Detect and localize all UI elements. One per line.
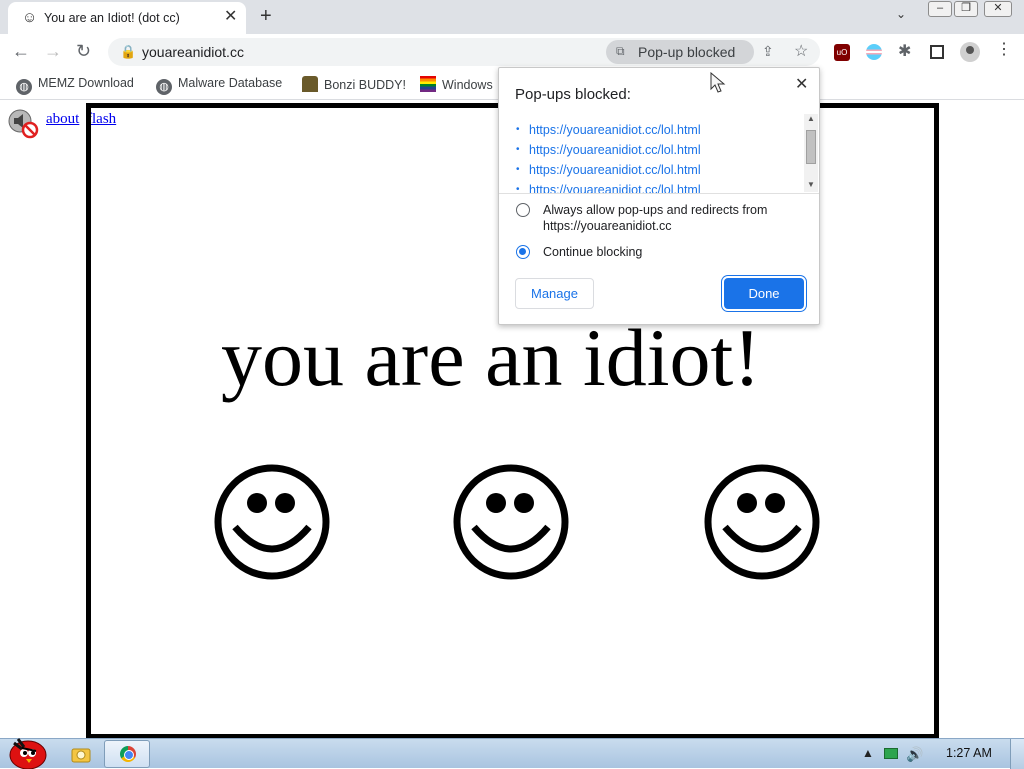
new-tab-button[interactable]: + [260, 5, 272, 27]
smiley-face-icon [704, 464, 820, 580]
popup-blocked-chip[interactable]: ⧉ Pop-up blocked [606, 40, 754, 64]
volume-icon[interactable]: 🔊 [906, 746, 923, 763]
back-button[interactable]: ← [12, 41, 30, 61]
angry-bird-start-icon[interactable] [4, 729, 48, 769]
close-window-button[interactable]: ✕ [984, 1, 1012, 17]
tray-expand-icon[interactable]: ▲ [862, 746, 874, 760]
extensions-puzzle-icon[interactable]: ✱ [898, 44, 911, 60]
rainbow-flag-icon [420, 76, 436, 92]
smiley-face-icon [453, 464, 569, 580]
bookmark-bonzi-buddy[interactable]: Bonzi BUDDY! [302, 76, 406, 92]
blocked-popup-link[interactable]: https://youareanidiot.cc/lol.html [529, 123, 701, 137]
continue-blocking-radio[interactable] [516, 245, 530, 259]
always-allow-radio[interactable] [516, 203, 530, 217]
speaker-muted-icon[interactable] [8, 109, 40, 139]
profile-avatar-icon[interactable] [960, 42, 980, 62]
about-link[interactable]: about [46, 111, 79, 128]
blocked-popup-link[interactable]: https://youareanidiot.cc/lol.html [529, 183, 701, 193]
flag-extension-icon[interactable] [866, 44, 882, 60]
show-desktop-button[interactable] [1010, 739, 1024, 769]
close-icon[interactable]: ✕ [795, 74, 808, 94]
reload-button[interactable]: ↻ [76, 41, 91, 61]
close-tab-icon[interactable]: ✕ [224, 8, 237, 26]
minimize-button[interactable]: – [928, 1, 952, 17]
chrome-icon [120, 746, 136, 762]
taskbar-clock[interactable]: 1:27 AM [946, 746, 992, 760]
bubble-title: Pop-ups blocked: [515, 86, 631, 103]
bookmark-label: Bonzi BUDDY! [324, 78, 406, 92]
mouse-cursor-icon [710, 72, 726, 93]
list-scrollbar[interactable]: ▲ ▼ [804, 114, 818, 192]
bookmark-label: Malware Database [178, 76, 283, 90]
scroll-up-arrow-icon[interactable]: ▲ [807, 114, 815, 123]
popup-blocked-bubble: Pop-ups blocked: ✕ • https://youareanidi… [498, 67, 820, 325]
page-headline: you are an idiot! [221, 313, 761, 403]
smiley-icon: ☺ [22, 9, 38, 26]
manage-button[interactable]: Manage [515, 278, 594, 309]
bookmark-label: Windows [442, 78, 493, 92]
list-bullet: • [516, 144, 520, 155]
done-button[interactable]: Done [724, 278, 804, 309]
blocked-popup-link[interactable]: https://youareanidiot.cc/lol.html [529, 163, 701, 177]
globe-icon: ◍ [16, 79, 32, 95]
tab-title: You are an Idiot! (dot cc) [44, 11, 180, 25]
blocked-popups-list: • https://youareanidiot.cc/lol.html • ht… [499, 114, 819, 194]
bookmark-malware-database[interactable]: ◍ Malware Database [156, 76, 282, 95]
bookmark-memz[interactable]: ◍ MEMZ Download [16, 76, 134, 95]
scroll-down-arrow-icon[interactable]: ▼ [807, 180, 815, 189]
bookmark-label: MEMZ Download [38, 76, 134, 90]
ublock-extension-icon[interactable]: uO [834, 44, 850, 61]
tab-strip: ☺ You are an Idiot! (dot cc) ✕ + ⌄ – ❐ ✕ [0, 0, 1024, 34]
tab-active[interactable]: ☺ You are an Idiot! (dot cc) ✕ [8, 2, 246, 34]
continue-blocking-label[interactable]: Continue blocking [543, 244, 642, 260]
popup-blocked-label: Pop-up blocked [638, 44, 736, 60]
address-bar[interactable]: 🔒 youareanidiot.cc ⧉ Pop-up blocked ⇪ ☆ [108, 38, 820, 66]
bookmark-windows[interactable]: Windows [420, 76, 493, 92]
popup-blocked-icon: ⧉ [616, 44, 625, 58]
forward-button[interactable]: → [44, 41, 62, 61]
taskbar-chrome-button[interactable] [104, 740, 150, 768]
tab-search-icon[interactable]: ⌄ [896, 7, 906, 21]
blocked-popup-link[interactable]: https://youareanidiot.cc/lol.html [529, 143, 701, 157]
bonzi-icon [302, 76, 318, 92]
globe-icon: ◍ [156, 79, 172, 95]
taskbar: ▲ 🔊 1:27 AM [0, 738, 1024, 769]
list-bullet: • [516, 184, 520, 194]
scrollbar-thumb[interactable] [806, 130, 816, 164]
url-text: youareanidiot.cc [142, 44, 244, 60]
list-bullet: • [516, 124, 520, 135]
network-icon[interactable] [884, 748, 898, 759]
file-explorer-icon[interactable] [70, 743, 92, 765]
share-icon[interactable]: ⇪ [762, 43, 774, 60]
list-bullet: • [516, 164, 520, 175]
smiley-face-icon [214, 464, 330, 580]
lock-icon[interactable]: 🔒 [120, 44, 136, 60]
bookmark-star-icon[interactable]: ☆ [794, 41, 808, 61]
always-allow-label[interactable]: Always allow pop-ups and redirects from … [543, 202, 803, 234]
restore-button[interactable]: ❐ [954, 1, 978, 17]
side-panel-icon[interactable] [930, 45, 944, 59]
kebab-menu-icon[interactable]: ⋮ [996, 42, 1012, 58]
